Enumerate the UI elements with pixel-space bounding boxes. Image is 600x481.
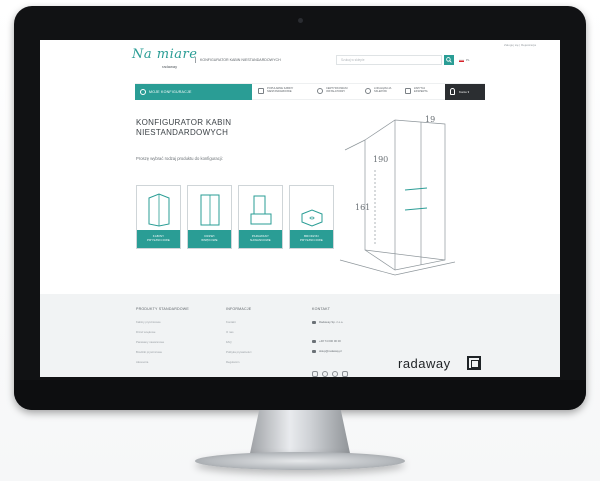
main-navigation: MOJE KONFIGURACJE POPULARNE KABINY NIEST…	[135, 83, 485, 100]
nav-my-configurations[interactable]: MOJE KONFIGURACJE	[135, 84, 252, 100]
bath-screen-icon	[250, 195, 272, 225]
monitor-stand-base	[195, 452, 405, 470]
monitor-chin	[14, 380, 586, 410]
youtube-icon[interactable]	[332, 371, 338, 377]
monitor-stand-neck	[249, 410, 351, 458]
language-selector[interactable]: PL	[459, 58, 470, 62]
user-icon	[450, 88, 455, 95]
nav-main-label: MOJE KONFIGURACJE	[149, 90, 192, 94]
houzz-icon[interactable]	[342, 371, 348, 377]
footer-link[interactable]: Kabiny prysznicowe	[136, 320, 161, 324]
site-tagline: KONFIGURATOR KABIN NIESTANDARDOWYCH	[195, 57, 281, 63]
language-label: PL	[466, 58, 470, 62]
search-button[interactable]	[444, 55, 454, 65]
footer-link[interactable]: Drzwi wnękowe	[136, 330, 155, 334]
building-icon	[312, 320, 316, 324]
contact-phone[interactable]: +48 74 000 00 00	[312, 339, 341, 343]
card-niche-doors[interactable]: DRZWI WNĘKOWE	[187, 185, 232, 249]
product-type-cards: KABINY PRYSZNICOWE DRZWI WNĘKOWE PARAWANY N…	[136, 185, 336, 251]
cabin-sketch-illustration: 19 190 161	[339, 115, 456, 276]
shower-icon	[258, 88, 264, 94]
card-shower-cabins[interactable]: KABINY PRYSZNICOWE	[136, 185, 181, 249]
badge-icon	[317, 88, 323, 94]
nav-item-popular[interactable]: POPULARNE KABINY NIESTANDARDOWE	[258, 87, 293, 94]
nav-item-expert[interactable]: ZAPYTAJ EKSPERTA	[405, 87, 428, 94]
dim-slope: 190	[373, 155, 388, 164]
nav-item-stores[interactable]: LOKALIZACJA SKLEPÓW	[365, 87, 391, 94]
mail-icon	[312, 349, 316, 353]
search-icon	[446, 57, 452, 63]
site-footer: PRODUKTY STANDARDOWE Kabiny prysznicowe …	[40, 294, 560, 377]
footer-link[interactable]: FAQ	[226, 340, 232, 344]
brand-mark-icon	[467, 356, 481, 370]
card-bath-screens[interactable]: PARAWANY NAWANNOWE	[238, 185, 283, 249]
search-input[interactable]: Szukaj w sklepie	[336, 55, 442, 65]
logo-subtitle: radaway	[162, 64, 178, 69]
footer-brand-logo: radaway	[398, 356, 451, 371]
poland-flag-icon	[459, 58, 464, 62]
top-account-links[interactable]: Zaloguj się | Rejestracja	[504, 43, 536, 47]
pencil-icon	[405, 88, 411, 94]
page-title: KONFIGURATOR KABIN NIESTANDARDOWYCH	[136, 118, 232, 137]
footer-col1-title: PRODUKTY STANDARDOWE	[136, 307, 189, 311]
phone-icon	[312, 339, 316, 343]
footer-link[interactable]: Akcesoria	[136, 360, 148, 364]
webcam	[298, 18, 303, 23]
site-logo[interactable]: Na miare radaway	[132, 47, 210, 71]
footer-link[interactable]: Parawany nawannowe	[136, 340, 164, 344]
shower-tray-icon	[301, 209, 323, 227]
configure-icon	[140, 89, 146, 95]
footer-link[interactable]: Polityka prywatności	[226, 350, 251, 354]
dim-height: 161	[355, 203, 370, 212]
contact-company: Radaway Sp. z o.o.	[312, 320, 343, 324]
footer-link[interactable]: Brodziki prysznicowe	[136, 350, 162, 354]
dim-top: 19	[425, 115, 435, 124]
account-button[interactable]: Konto ▾	[445, 84, 485, 100]
niche-door-icon	[200, 194, 220, 226]
instagram-icon[interactable]	[312, 371, 318, 377]
footer-link[interactable]: Kontakt	[226, 320, 236, 324]
footer-link[interactable]: Regulamin	[226, 360, 239, 364]
footer-col2-title: INFORMACJE	[226, 307, 252, 311]
desktop-scene: Zaloguj się | Rejestracja Na miare radaw…	[0, 0, 600, 481]
nav-item-installers[interactable]: CERTYFIKOWANI INSTALATORZY	[317, 87, 347, 94]
search-location-icon	[365, 88, 371, 94]
shower-cabin-icon	[148, 193, 170, 227]
footer-link[interactable]: O nas	[226, 330, 233, 334]
pinterest-icon[interactable]	[322, 371, 328, 377]
card-shower-trays[interactable]: BRODZIKI PRYSZNICOWE	[289, 185, 334, 249]
logo-script: Na miare	[132, 47, 198, 62]
browser-viewport: Zaloguj się | Rejestracja Na miare radaw…	[40, 40, 560, 377]
footer-col3-title: KONTAKT	[312, 307, 331, 311]
contact-email[interactable]: sklep@radaway.pl	[312, 349, 342, 353]
page-lead: Proszę wybrać rodzaj produktu do konfigu…	[136, 156, 223, 161]
